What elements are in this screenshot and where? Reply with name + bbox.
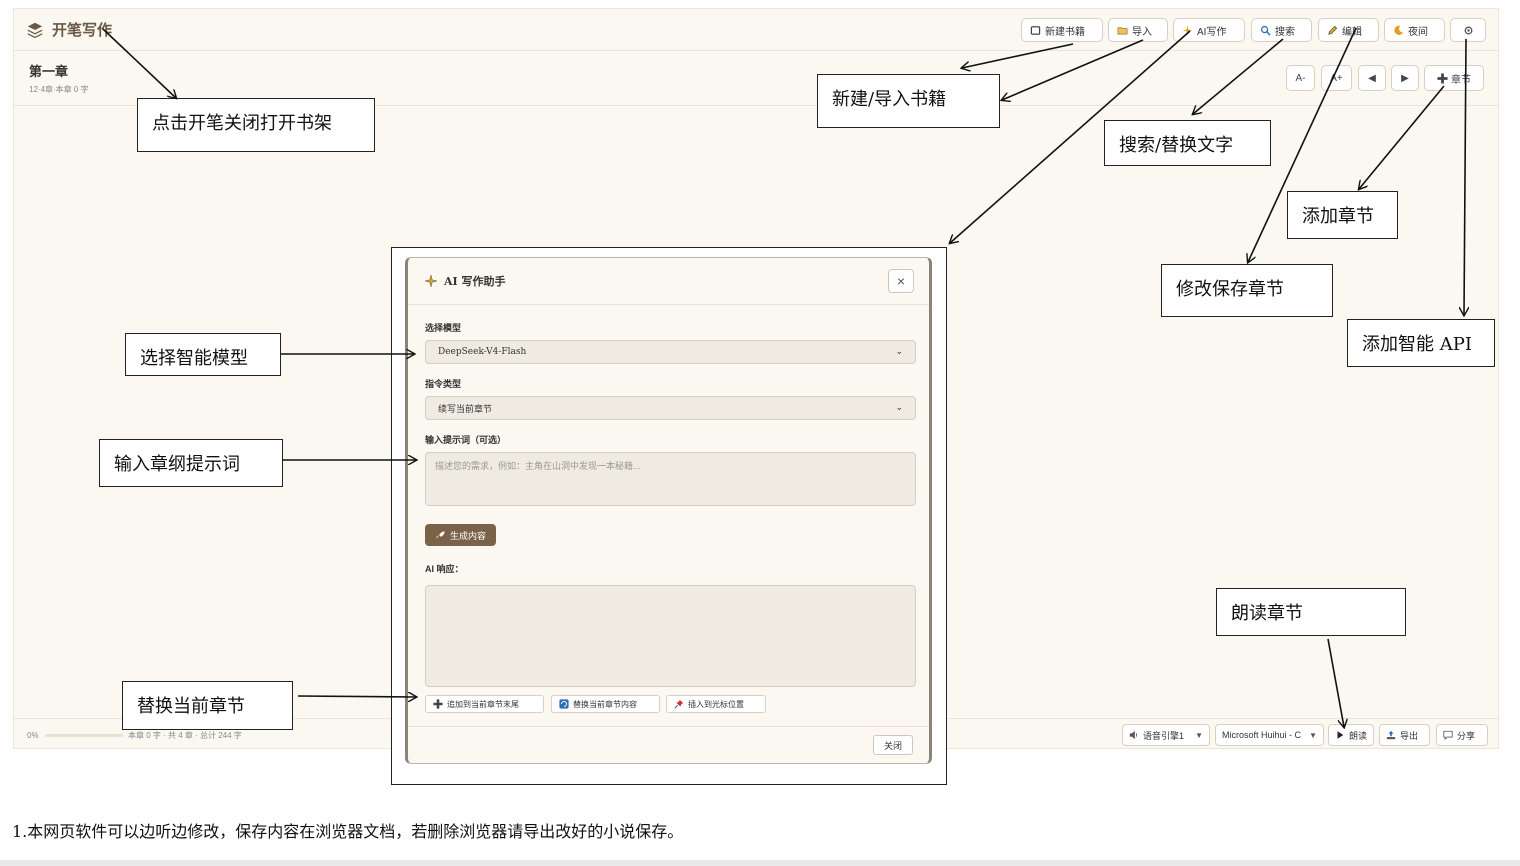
annotation-input-prompt: 输入章纲提示词 (99, 439, 283, 487)
brand-logo[interactable]: 开笔写作 (26, 19, 112, 40)
rocket-icon (435, 530, 445, 538)
prompt-textarea[interactable]: 描述您的需求，例如：主角在山洞中发现一本秘籍... (425, 452, 916, 506)
generate-button[interactable]: 生成内容 (425, 524, 497, 546)
annotation-choose-model: 选择智能模型 (125, 333, 281, 376)
sparkle-icon (425, 274, 438, 288)
chevron-down-icon: ⌄ (895, 347, 903, 357)
dialog-footer-divider (408, 726, 929, 727)
square-icon (1030, 25, 1041, 35)
prev-chapter-button[interactable]: ◀ (1358, 65, 1386, 91)
bottom-strip (0, 860, 1520, 866)
voice-engine-select[interactable]: 语音引擎1 ▼ (1122, 724, 1210, 746)
ai-response-box[interactable] (425, 585, 916, 687)
dialog-header: AI 写作助手 × (408, 258, 929, 305)
chevron-down-icon: ▼ (1195, 730, 1203, 740)
chapter-meta: 12·4章·本章 0 字 (29, 85, 89, 94)
model-select[interactable]: DeepSeek-V4-Flash ⌄ (425, 340, 916, 364)
dialog-close-icon[interactable]: × (888, 269, 914, 293)
brand-name: 开笔写作 (52, 21, 113, 39)
ai-write-button[interactable]: AI写作 (1173, 18, 1245, 42)
layers-icon (27, 22, 43, 38)
header-divider (13, 50, 1499, 51)
annotation-new-import: 新建/导入书籍 (817, 74, 1000, 128)
dialog-title: AI 写作助手 (425, 273, 506, 289)
progress-bar (45, 734, 123, 737)
upload-tray-icon (1386, 730, 1396, 740)
new-book-button[interactable]: 新建书籍 (1021, 18, 1103, 42)
append-to-end-button[interactable]: 追加到当前章节末尾 (425, 695, 544, 713)
magnifier-icon (1260, 25, 1271, 36)
progress-text: 0% (27, 731, 39, 740)
model-label: 选择模型 (425, 323, 462, 333)
import-button[interactable]: 导入 (1108, 18, 1168, 42)
annotation-save-chapter: 修改保存章节 (1161, 264, 1333, 317)
share-button[interactable]: 分享 (1436, 724, 1488, 746)
command-type-label: 指令类型 (425, 379, 462, 389)
edit-button[interactable]: 编辑 (1318, 18, 1379, 42)
annotation-shelf: 点击开笔关闭打开书架 (137, 98, 375, 152)
plus-icon (1437, 72, 1448, 84)
refresh-icon (559, 699, 569, 709)
command-type-select[interactable]: 续写当前章节 ⌄ (425, 396, 916, 420)
moon-icon (1394, 25, 1404, 35)
plus-icon (433, 699, 443, 709)
annotation-add-api: 添加智能 API (1347, 319, 1495, 367)
annotation-add-chapter: 添加章节 (1287, 191, 1398, 239)
night-mode-button[interactable]: 夜间 (1384, 18, 1445, 42)
search-button[interactable]: 搜索 (1251, 18, 1312, 42)
insert-at-cursor-button[interactable]: 插入到光标位置 (666, 695, 766, 713)
annotation-read-chapter: 朗读章节 (1216, 588, 1406, 636)
word-stats: 本章 0 字 · 共 4 章 · 总计 244 字 (128, 731, 242, 740)
speaker-icon (1129, 730, 1138, 740)
gear-icon (1464, 26, 1472, 34)
play-icon (1337, 731, 1344, 739)
settings-button[interactable] (1450, 18, 1486, 42)
voice-name-select[interactable]: Microsoft Huihui - C ▼ (1215, 724, 1324, 746)
add-chapter-button[interactable]: 章节 (1424, 65, 1484, 91)
annotation-replace-chapter: 替换当前章节 (122, 681, 293, 730)
ai-writing-dialog: AI 写作助手 × 选择模型 DeepSeek-V4-Flash ⌄ 指令类型 … (405, 257, 932, 764)
pencil-icon (1328, 25, 1338, 35)
folder-icon (1117, 26, 1128, 35)
sparkle-icon (1182, 24, 1193, 36)
replace-chapter-button[interactable]: 替换当前章节内容 (551, 695, 660, 713)
annotation-search-replace: 搜索/替换文字 (1104, 120, 1271, 166)
font-increase-button[interactable]: A+ (1321, 65, 1352, 91)
chevron-down-icon: ▼ (1309, 730, 1317, 740)
dialog-close-button[interactable]: 关闭 (872, 735, 913, 755)
response-label: AI 响应： (425, 564, 464, 574)
chapter-title: 第一章 (29, 65, 69, 80)
export-button[interactable]: 导出 (1379, 724, 1430, 746)
next-chapter-button[interactable]: ▶ (1391, 65, 1419, 91)
font-decrease-button[interactable]: A- (1286, 65, 1315, 91)
read-aloud-button[interactable]: 朗读 (1328, 724, 1374, 746)
chevron-down-icon: ⌄ (895, 403, 903, 413)
prompt-label: 输入提示词（可选） (425, 435, 507, 445)
chat-bubble-icon (1443, 730, 1453, 740)
pin-icon (674, 699, 684, 709)
usage-note: 1.本网页软件可以边听边修改，保存内容在浏览器文档，若删除浏览器请导出改好的小说… (12, 822, 684, 841)
